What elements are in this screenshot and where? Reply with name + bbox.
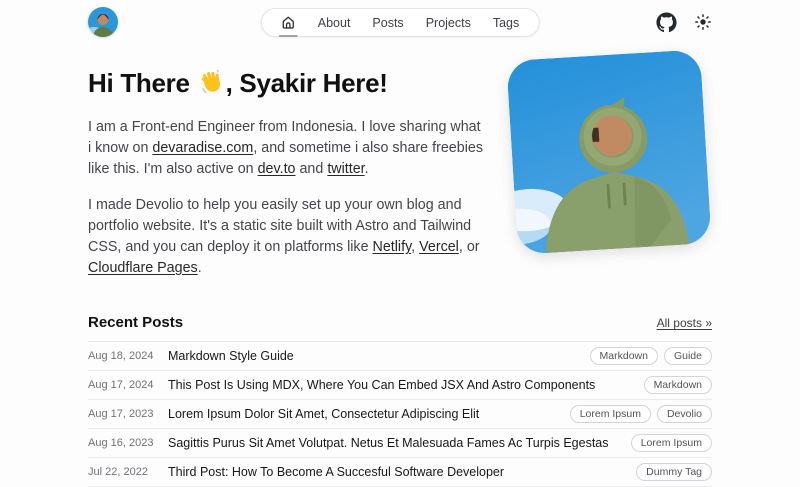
post-date: Aug 16, 2023 <box>88 437 154 449</box>
tag-pill[interactable]: Devolio <box>657 405 712 423</box>
tag-pill[interactable]: Lorem Ipsum <box>631 434 712 452</box>
nav-item-posts[interactable]: Posts <box>361 9 414 36</box>
hero-section: Hi There , Syakir Here! <box>88 44 712 294</box>
post-date: Aug 17, 2023 <box>88 408 154 420</box>
post-row: Aug 18, 2024 Markdown Style Guide Markdown… <box>88 342 712 371</box>
post-date: Aug 17, 2024 <box>88 379 154 391</box>
inline-link-dev-to[interactable]: dev.to <box>258 161 296 177</box>
post-date: Jul 22, 2022 <box>88 466 154 478</box>
post-date: Aug 18, 2024 <box>88 350 154 362</box>
post-title-link[interactable]: Third Post: How To Become A Succesful So… <box>168 465 622 479</box>
all-posts-link[interactable]: All posts » <box>657 316 712 330</box>
post-tags: Lorem Ipsum Devolio <box>570 405 712 423</box>
post-title-link[interactable]: Lorem Ipsum Dolor Sit Amet, Consectetur … <box>168 407 556 421</box>
tag-pill[interactable]: Guide <box>664 347 712 365</box>
title-after: , Syakir Here! <box>226 68 388 98</box>
page: About Posts Projects Tags <box>88 0 712 487</box>
avatar-image <box>88 7 118 37</box>
hero-photo <box>506 49 711 254</box>
post-title-link[interactable]: Markdown Style Guide <box>168 349 576 363</box>
waving-hand-emoji <box>199 70 224 102</box>
inline-link-netlify[interactable]: Netlify <box>373 239 412 255</box>
recent-posts-title: Recent Posts <box>88 314 183 331</box>
title-before: Hi There <box>88 68 190 98</box>
page-title: Hi There , Syakir Here! <box>88 68 484 102</box>
hero-text: Hi There , Syakir Here! <box>88 44 484 294</box>
main-nav: About Posts Projects Tags <box>261 8 540 37</box>
github-icon[interactable] <box>656 12 677 33</box>
tag-pill[interactable]: Markdown <box>644 376 712 394</box>
post-list: Aug 18, 2024 Markdown Style Guide Markdown… <box>88 342 712 487</box>
tag-pill[interactable]: Markdown <box>590 347 658 365</box>
site-header: About Posts Projects Tags <box>88 0 712 44</box>
inline-link-twitter[interactable]: twitter <box>327 161 364 177</box>
man-in-hoodie-illustration <box>506 49 711 254</box>
inline-link-cloudflare-pages[interactable]: Cloudflare Pages <box>88 260 198 276</box>
nav-item-tags[interactable]: Tags <box>482 9 530 36</box>
nav-item-about[interactable]: About <box>307 9 362 36</box>
tag-pill[interactable]: Dummy Tag <box>636 463 712 481</box>
recent-posts-section: Recent Posts All posts » Aug 18, 2024 Mar… <box>88 314 712 487</box>
hero-photo-wrap <box>512 44 712 294</box>
nav-item-home[interactable] <box>270 9 307 36</box>
post-tags: Lorem Ipsum <box>631 434 712 452</box>
home-icon <box>281 15 296 30</box>
header-actions <box>656 12 712 33</box>
post-row: Aug 16, 2023 Sagittis Purus Sit Amet Volu… <box>88 429 712 458</box>
hero-paragraph: I made Devolio to help you easily set up… <box>88 195 484 279</box>
tag-pill[interactable]: Lorem Ipsum <box>570 405 651 423</box>
hero-intro: I am a Front-end Engineer from Indonesia… <box>88 117 484 279</box>
post-row: Aug 17, 2024 This Post Is Using MDX, Wher… <box>88 371 712 400</box>
theme-toggle-sun-icon[interactable] <box>694 13 712 31</box>
avatar[interactable] <box>88 7 118 37</box>
nav-item-projects[interactable]: Projects <box>415 9 482 36</box>
post-row: Jul 22, 2022 Third Post: How To Become A … <box>88 458 712 487</box>
post-tags: Markdown Guide <box>590 347 712 365</box>
inline-link-devaradise-com[interactable]: devaradise.com <box>152 140 253 156</box>
recent-posts-header: Recent Posts All posts » <box>88 314 712 342</box>
inline-link-vercel[interactable]: Vercel <box>419 239 459 255</box>
post-tags: Markdown <box>644 376 712 394</box>
post-title-link[interactable]: This Post Is Using MDX, Where You Can Em… <box>168 378 630 392</box>
post-row: Aug 17, 2023 Lorem Ipsum Dolor Sit Amet, … <box>88 400 712 429</box>
post-tags: Dummy Tag <box>636 463 712 481</box>
post-title-link[interactable]: Sagittis Purus Sit Amet Volutpat. Netus … <box>168 436 617 450</box>
hero-paragraph: I am a Front-end Engineer from Indonesia… <box>88 117 484 180</box>
